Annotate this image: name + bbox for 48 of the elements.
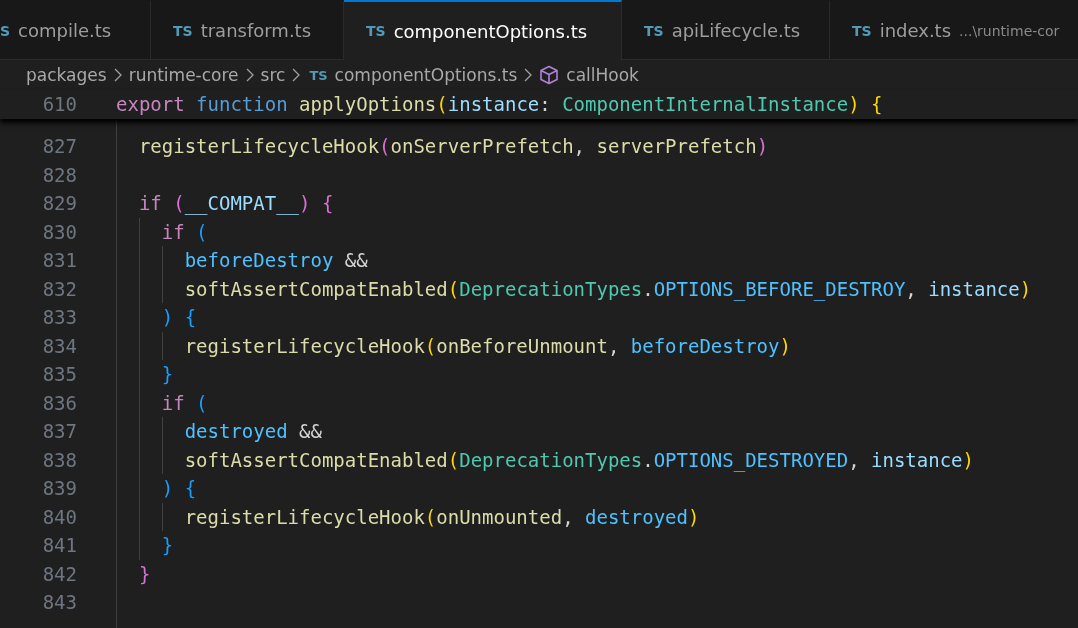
code-line: registerLifecycleHook(onUnmounted, destroyed) xyxy=(116,502,700,531)
line-number: 838 xyxy=(41,448,77,471)
line-number: 835 xyxy=(41,363,77,386)
line-number: 830 xyxy=(41,220,77,243)
line-number: 828 xyxy=(41,163,77,186)
code-line: destroyed && xyxy=(116,417,322,446)
code-line: } xyxy=(116,531,174,560)
chevron-icon xyxy=(113,68,122,82)
line-number: 827 xyxy=(41,135,77,158)
code-line: if ( xyxy=(116,388,208,417)
code-line: softAssertCompatEnabled(DeprecationTypes.OPTIONS_BEFORE_DESTROY, instance) xyxy=(116,274,1032,303)
cube-icon xyxy=(539,65,560,85)
code-line: softAssertCompatEnabled(DeprecationTypes.OPTIONS_DESTROYED, instance) xyxy=(116,445,974,474)
line-number: 841 xyxy=(41,534,77,557)
code-line: beforeDestroy && xyxy=(116,246,368,275)
breadcrumb-item[interactable]: src xyxy=(260,65,286,85)
typescript-file-icon: TS xyxy=(309,67,328,83)
code-line: if ( xyxy=(116,217,208,246)
code-line: } xyxy=(116,360,174,389)
breadcrumb-item[interactable]: callHook xyxy=(566,65,639,85)
code-line: ) { xyxy=(116,303,197,332)
line-number: 831 xyxy=(41,249,77,272)
chevron-icon xyxy=(245,68,254,82)
code-line: registerLifecycleHook(onServerPrefetch, serverPrefetch) xyxy=(137,134,769,160)
line-number: 610 xyxy=(41,93,77,116)
line-number: 836 xyxy=(41,391,77,414)
breadcrumb-item[interactable]: runtime-core xyxy=(128,65,239,85)
code-line: registerLifecycleHook(onBeforeUnmount, beforeDestroy) xyxy=(116,331,791,360)
breadcrumb-item[interactable]: componentOptions.ts xyxy=(334,65,518,85)
line-number: 840 xyxy=(41,505,77,528)
code-line: if (__COMPAT__) { xyxy=(137,191,334,217)
code-line: ) { xyxy=(116,474,197,503)
editor-tab[interactable]: S compile.ts xyxy=(0,0,151,59)
line-number: 834 xyxy=(41,334,77,357)
chevron-icon xyxy=(524,68,533,82)
line-number: 839 xyxy=(41,477,77,500)
breadcrumb-item[interactable]: packages xyxy=(26,65,107,85)
tab-description: ...\runtime-cor xyxy=(959,22,1060,39)
code-line: export function applyOptions(instance: ComponentInternalInstance) { xyxy=(116,92,883,118)
code-line: } xyxy=(137,561,151,587)
chevron-icon xyxy=(292,68,301,82)
line-number: 843 xyxy=(41,591,77,614)
line-number: 842 xyxy=(41,562,77,585)
line-number: 832 xyxy=(41,277,77,300)
line-number: 829 xyxy=(41,192,77,215)
editor-tab[interactable]: TS componentOptions.ts xyxy=(344,0,622,60)
line-number: 833 xyxy=(41,306,77,329)
line-number: 837 xyxy=(41,420,77,443)
